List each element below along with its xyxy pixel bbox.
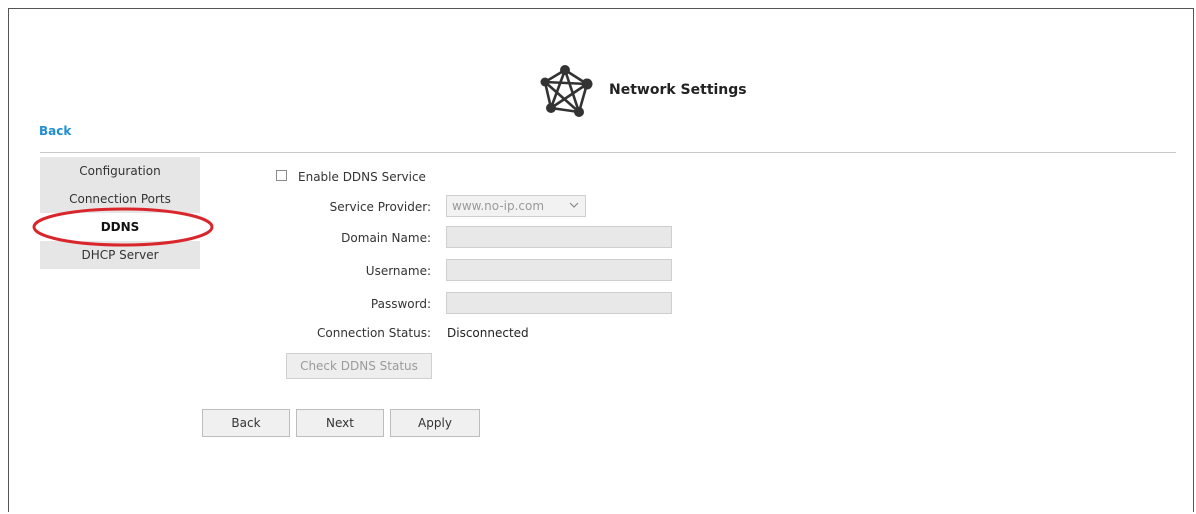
next-button[interactable]: Next	[296, 409, 384, 437]
check-ddns-status-button[interactable]: Check DDNS Status	[286, 353, 432, 379]
network-nodes-icon	[540, 65, 593, 117]
back-button[interactable]: Back	[202, 409, 290, 437]
sidebar-item-configuration[interactable]: Configuration	[40, 157, 200, 185]
connection-status-value: Disconnected	[447, 326, 529, 340]
sidebar-item-dhcp-server[interactable]: DHCP Server	[40, 241, 200, 269]
chevron-down-icon	[569, 202, 579, 208]
domain-name-field[interactable]	[446, 226, 672, 248]
page-title: Network Settings	[609, 82, 747, 98]
enable-ddns-label: Enable DDNS Service	[298, 170, 426, 184]
header-divider	[40, 152, 1176, 153]
service-provider-select[interactable]: www.no-ip.com	[446, 195, 586, 217]
username-field[interactable]	[446, 259, 672, 281]
sidebar-item-ddns[interactable]: DDNS	[40, 213, 200, 241]
service-provider-label: Service Provider:	[329, 200, 431, 214]
domain-name-label: Domain Name:	[341, 231, 431, 245]
password-label: Password:	[370, 297, 431, 311]
apply-button[interactable]: Apply	[390, 409, 480, 437]
sidebar: Configuration Connection Ports DDNS DHCP…	[40, 157, 200, 269]
username-label: Username:	[365, 264, 431, 278]
back-link[interactable]: Back	[39, 124, 71, 138]
password-field[interactable]	[446, 292, 672, 314]
service-provider-value: www.no-ip.com	[452, 199, 545, 213]
enable-ddns-checkbox[interactable]	[276, 170, 287, 181]
connection-status-label: Connection Status:	[317, 326, 431, 340]
sidebar-item-connection-ports[interactable]: Connection Ports	[40, 185, 200, 213]
